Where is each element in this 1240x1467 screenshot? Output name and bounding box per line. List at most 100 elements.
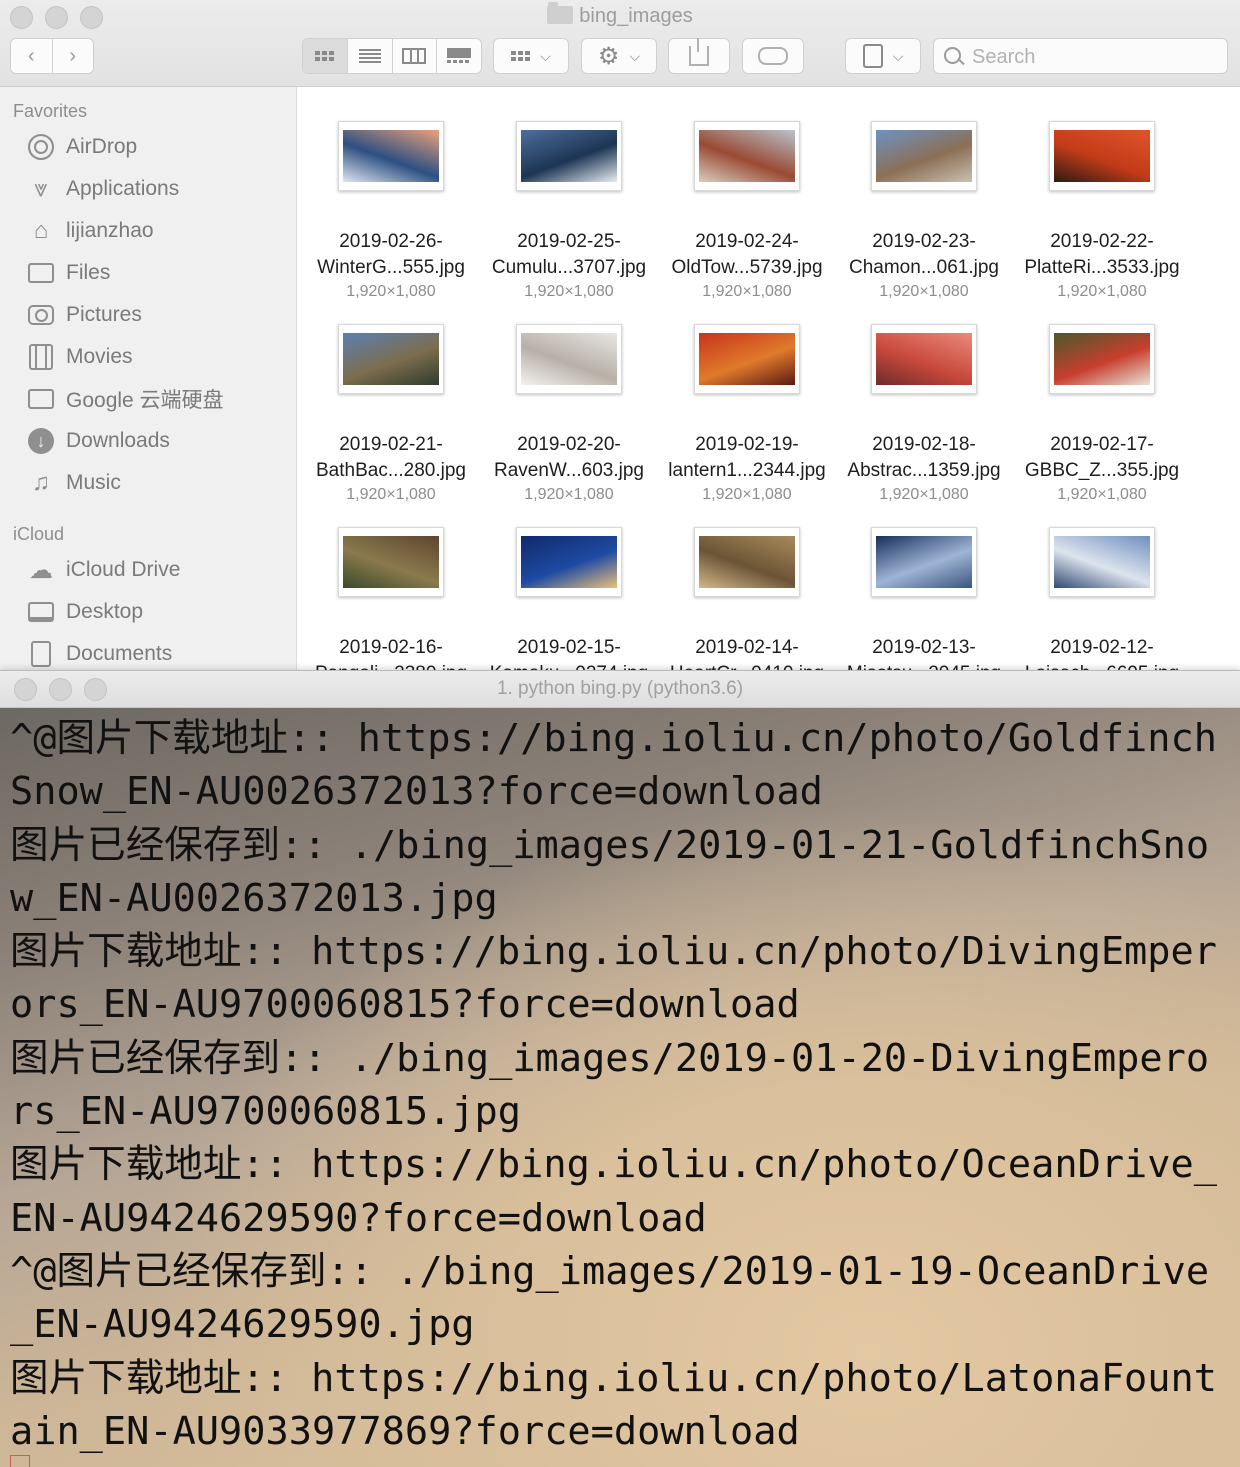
search-icon (944, 47, 961, 64)
file-item[interactable]: 2019-02-16-Pangoli...2380.jpg1,920×1,080 (302, 527, 480, 676)
chevron-right-icon: › (69, 44, 77, 67)
file-thumbnail (871, 121, 977, 191)
file-dimensions: 1,920×1,080 (1057, 486, 1147, 503)
sidebar-item-documents[interactable]: Documents (26, 637, 172, 671)
forward-button[interactable]: › (53, 39, 94, 73)
airdrop-icon (26, 132, 56, 162)
tags-button[interactable] (742, 38, 804, 74)
sidebar-item-home[interactable]: ⌂ lijianzhao (26, 214, 154, 248)
file-thumbnail (871, 527, 977, 597)
file-item[interactable]: 2019-02-24- OldTow...5739.jpg 1,920×1,080 (658, 121, 836, 303)
window-title: bing_images (0, 2, 1240, 28)
file-item[interactable]: 2019-02-18- Abstrac...1359.jpg 1,920×1,080 (835, 324, 1013, 506)
file-item[interactable]: 2019-02-26- WinterG...555.jpg 1,920×1,080 (302, 121, 480, 303)
group-by-button[interactable]: ⌵ (493, 38, 569, 74)
terminal-line: 图片下载地址:: https://bing.ioliu.cn/photo/Lat… (10, 1355, 1217, 1401)
quicklook-menu-button[interactable]: ⌵ (845, 38, 921, 74)
icon-view-button[interactable] (303, 39, 348, 73)
chevron-down-icon: ⌵ (629, 47, 641, 64)
list-view-button[interactable] (348, 39, 393, 73)
gallery-icon (447, 48, 472, 64)
terminal-line: 图片已经保存到:: ./bing_images/2019-01-21-Goldf… (10, 822, 1210, 868)
chevron-down-icon: ⌵ (892, 47, 904, 64)
file-thumbnail (694, 121, 800, 191)
file-grid: 2019-02-26- WinterG...555.jpg 1,920×1,080 2… (297, 87, 1240, 676)
file-item[interactable]: 2019-02-13-Misotsu...2045.jpg1,920×1,080 (835, 527, 1013, 676)
terminal-text: ^@图片下载地址:: https://bing.ioliu.cn/photo/G… (10, 712, 1235, 1458)
icon-grid-icon (511, 51, 531, 61)
file-dimensions: 1,920×1,080 (524, 283, 614, 300)
terminal-line: _EN-AU9424629590.jpg (10, 1302, 475, 1348)
share-icon (689, 38, 709, 66)
home-icon: ⌂ (33, 217, 49, 244)
sidebar-item-airdrop[interactable]: AirDrop (26, 130, 137, 164)
nav-buttons: ‹ › (10, 38, 94, 74)
column-view-button[interactable] (393, 39, 438, 73)
file-item[interactable]: 2019-02-23- Chamon...061.jpg 1,920×1,080 (835, 121, 1013, 303)
download-icon: ↓ (26, 426, 56, 456)
tag-icon (758, 47, 788, 65)
terminal-line: ain_EN-AU9033977869?force=download (10, 1408, 800, 1454)
file-name: 2019-02-23- (872, 231, 976, 252)
file-item[interactable]: 2019-02-12-Loisach...6695.jpg1,920×1,080 (1013, 527, 1191, 676)
file-dimensions: 1,920×1,080 (879, 486, 969, 503)
applications-icon: ⩔ (34, 175, 48, 202)
terminal-line: 图片已经保存到:: ./bing_images/2019-01-20-Divin… (10, 1035, 1210, 1081)
file-thumbnail (694, 324, 800, 394)
sidebar-item-movies[interactable]: Movies (26, 340, 133, 374)
file-dimensions: 1,920×1,080 (524, 486, 614, 503)
file-item[interactable]: 2019-02-21- BathBac...280.jpg 1,920×1,080 (302, 324, 480, 506)
finder-window: bing_images ‹ › ⌵ ⚙ ⌵ ⌵ Search Favorites… (0, 0, 1240, 676)
file-item[interactable]: 2019-02-22- PlatteRi...3533.jpg 1,920×1,08… (1013, 121, 1191, 303)
file-thumbnail (1049, 121, 1155, 191)
sidebar-item-downloads[interactable]: ↓ Downloads (26, 424, 170, 458)
sidebar-item-pictures[interactable]: Pictures (26, 298, 142, 332)
sidebar-item-files[interactable]: Files (26, 256, 110, 290)
file-name: BathBac...280.jpg (316, 460, 466, 481)
search-input[interactable] (970, 43, 1214, 71)
search-field[interactable] (933, 38, 1228, 74)
file-item[interactable]: 2019-02-15-Kamaku...0274.jpg1,920×1,080 (480, 527, 658, 676)
list-icon (358, 49, 381, 63)
file-item[interactable]: 2019-02-20- RavenW...603.jpg 1,920×1,080 (480, 324, 658, 506)
share-button[interactable] (668, 38, 730, 74)
terminal-title: 1. python bing.py (python3.6) (496, 678, 744, 699)
sidebar-item-icloud-drive[interactable]: ☁ iCloud Drive (26, 553, 180, 587)
gear-icon: ⚙ (597, 42, 620, 70)
gallery-view-button[interactable] (437, 39, 481, 73)
file-thumbnail (1049, 324, 1155, 394)
file-item[interactable]: 2019-02-17- GBBC_Z...355.jpg 1,920×1,080 (1013, 324, 1191, 506)
terminal-line: ^@图片下载地址:: https://bing.ioliu.cn/photo/G… (10, 716, 1217, 761)
sidebar-item-google-drive[interactable]: Google 云端硬盘 (26, 382, 224, 416)
sidebar-item-applications[interactable]: ⩔ Applications (26, 172, 179, 206)
file-thumbnail (338, 324, 444, 394)
file-name: 2019-02-14- (695, 637, 799, 658)
file-name: 2019-02-12- (1050, 637, 1154, 658)
file-thumbnail (338, 527, 444, 597)
back-button[interactable]: ‹ (11, 39, 53, 73)
sidebar: Favorites AirDrop ⩔ Applications ⌂ lijia… (0, 87, 297, 676)
cloud-icon: ☁ (29, 556, 53, 584)
sidebar-section-favorites: Favorites (13, 101, 88, 121)
file-dimensions: 1,920×1,080 (702, 486, 792, 503)
terminal-window: 1. python bing.py (python3.6) ^@图片下载地址::… (0, 670, 1240, 1467)
file-item[interactable]: 2019-02-25- Cumulu...3707.jpg 1,920×1,080 (480, 121, 658, 303)
action-menu-button[interactable]: ⚙ ⌵ (581, 38, 657, 74)
file-name: 2019-02-25- (517, 231, 621, 252)
sidebar-section-icloud: iCloud (13, 524, 65, 544)
file-item[interactable]: 2019-02-14-HeartCr...9410.jpg1,920×1,080 (658, 527, 836, 676)
file-item[interactable]: 2019-02-19- lantern1...2344.jpg 1,920×1,08… (658, 324, 836, 506)
file-name: 2019-02-26- (339, 231, 443, 252)
terminal-titlebar: 1. python bing.py (python3.6) (0, 671, 1240, 708)
chevron-down-icon: ⌵ (540, 47, 551, 64)
terminal-line: w_EN-AU0026372013.jpg (10, 875, 498, 921)
terminal-output[interactable]: ^@图片下载地址:: https://bing.ioliu.cn/photo/G… (0, 708, 1240, 1467)
sidebar-item-desktop[interactable]: Desktop (26, 595, 143, 629)
desktop-icon (26, 597, 56, 627)
file-name: 2019-02-21- (339, 434, 443, 455)
icon-grid-icon (315, 51, 335, 61)
file-name: RavenW...603.jpg (494, 460, 644, 481)
music-note-icon: ♫ (32, 469, 50, 496)
sidebar-item-music[interactable]: ♫ Music (26, 466, 121, 500)
film-icon (26, 342, 56, 372)
